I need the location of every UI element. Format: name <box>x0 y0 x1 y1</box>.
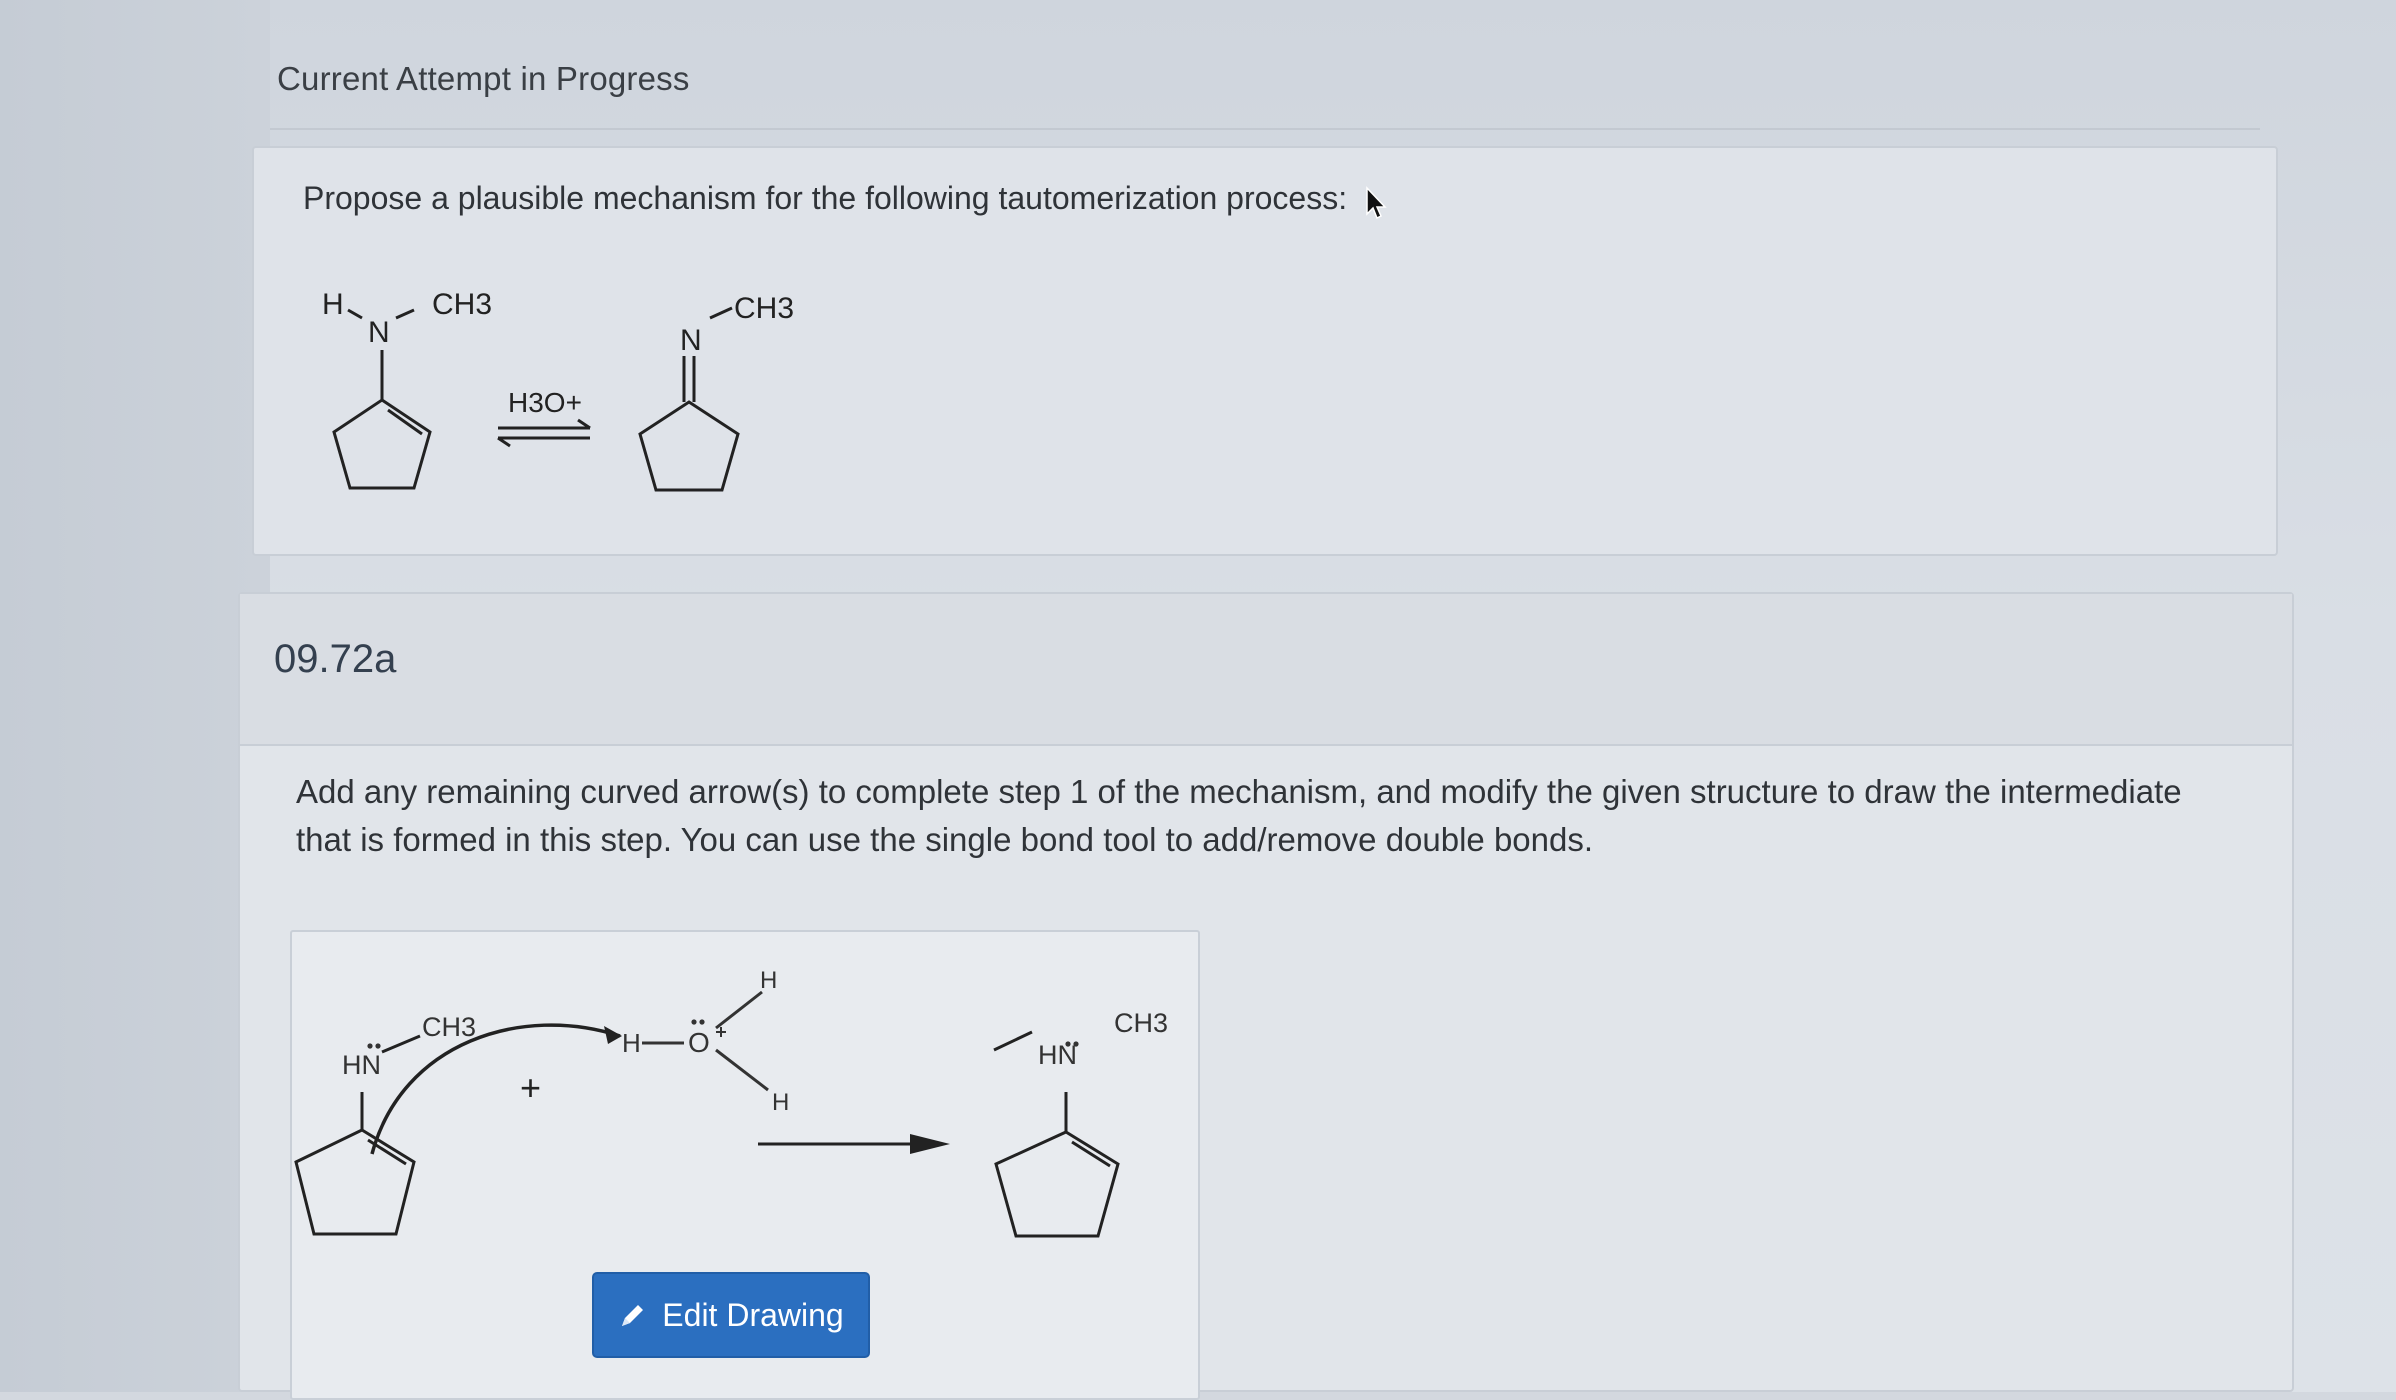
hydronium-o-label: O <box>688 1027 710 1058</box>
hydronium-h-left-label: H <box>622 1028 641 1058</box>
edit-drawing-label: Edit Drawing <box>662 1296 844 1333</box>
left-ch3-label: CH3 <box>422 1012 476 1042</box>
edit-drawing-button[interactable]: Edit Drawing <box>592 1272 870 1358</box>
reactant-n-label: N <box>368 316 390 349</box>
curved-arrow[interactable] <box>370 1023 621 1155</box>
hydronium-h-bottom-label: H <box>772 1089 789 1116</box>
question-prompt: Propose a plausible mechanism for the fo… <box>303 180 1348 216</box>
equilibrium-arrow <box>497 418 591 448</box>
pencil-icon <box>618 1300 648 1330</box>
tautomerization-scheme: H N CH3 H3O+ N CH3 <box>322 288 794 492</box>
left-hn-label: HN <box>342 1050 381 1080</box>
hydronium-h-top-label: H <box>760 967 777 994</box>
part-header <box>240 594 2292 746</box>
mouse-cursor-icon <box>1366 186 1387 220</box>
reactant-h-label: H <box>322 288 344 321</box>
reactant-ch3-label: CH3 <box>432 288 492 321</box>
product-ch3-label: CH3 <box>734 292 794 325</box>
product-n-label: N <box>680 324 702 357</box>
part-id: 09.72a <box>274 637 397 681</box>
plus-sign: + <box>520 1067 541 1108</box>
reagent-label: H3O+ <box>508 387 582 418</box>
reaction-arrow-head <box>910 1134 950 1154</box>
left-lone-pair <box>367 1043 381 1049</box>
curved-arrow-head <box>604 1026 622 1044</box>
right-hn-label: HN <box>1038 1040 1077 1070</box>
left-margin <box>0 0 270 1392</box>
right-ch3-label: CH3 <box>1114 1008 1168 1038</box>
divider <box>270 128 2260 130</box>
part-instructions: Add any remaining curved arrow(s) to com… <box>296 773 2182 858</box>
o-h-bottom-bond <box>715 1048 769 1092</box>
o-h-top-bond <box>715 990 763 1030</box>
attempt-title: Current Attempt in Progress <box>277 60 690 97</box>
hydronium-lone-pair <box>691 1019 705 1025</box>
